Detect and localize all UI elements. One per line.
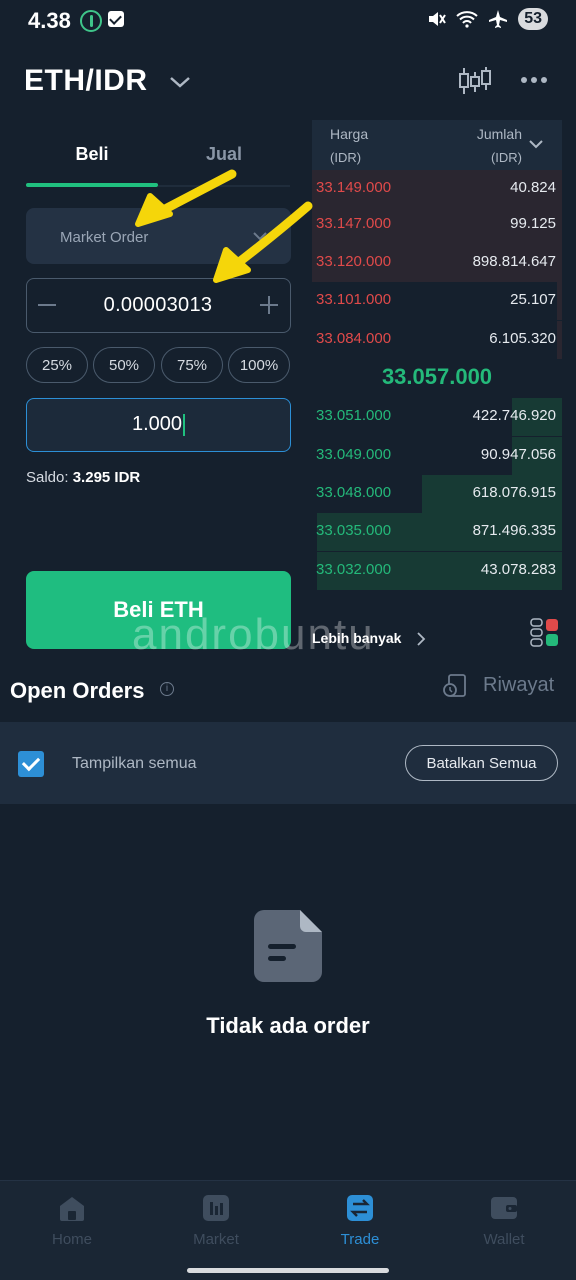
app-notification-icon xyxy=(80,10,102,32)
amount-input[interactable]: 0.00003013 xyxy=(70,294,246,317)
more-options-icon[interactable] xyxy=(520,70,548,90)
bid-row[interactable]: 33.051.000 422.746.920 xyxy=(312,398,562,436)
nav-trade[interactable]: Trade xyxy=(305,1194,415,1254)
bid-price: 33.048.000 xyxy=(316,484,392,501)
mute-icon xyxy=(429,12,447,26)
candlestick-chart-icon[interactable] xyxy=(458,66,492,96)
bid-row[interactable]: 33.049.000 90.947.056 xyxy=(312,437,562,475)
bid-price: 33.032.000 xyxy=(316,561,392,578)
order-book-view-icon[interactable] xyxy=(530,618,560,648)
amount-column-unit: (IDR) xyxy=(490,150,522,165)
ask-row[interactable]: 33.120.000 898.814.647 xyxy=(312,244,562,282)
bid-price: 33.049.000 xyxy=(316,446,392,463)
nav-trade-label: Trade xyxy=(340,1231,380,1248)
home-icon xyxy=(60,1197,84,1221)
tab-active-indicator xyxy=(26,183,158,187)
tab-buy[interactable]: Beli xyxy=(26,144,158,165)
chevron-down-icon[interactable] xyxy=(528,138,544,150)
bid-amount: 43.078.283 xyxy=(480,561,556,578)
tab-sell[interactable]: Jual xyxy=(158,144,290,165)
bid-row[interactable]: 33.048.000 618.076.915 xyxy=(312,475,562,513)
wifi-icon xyxy=(456,11,478,28)
nav-wallet[interactable]: Wallet xyxy=(449,1194,559,1254)
checkbox-notification-icon xyxy=(108,11,124,27)
ask-price: 33.147.000 xyxy=(316,215,392,232)
nav-home-label: Home xyxy=(51,1231,92,1248)
balance-value: 3.295 IDR xyxy=(72,469,141,486)
last-price: 33.057.000 xyxy=(381,364,493,389)
percent-chip-25[interactable]: 25% xyxy=(26,347,88,383)
ask-row[interactable]: 33.084.000 6.105.320 xyxy=(312,321,562,359)
market-icon xyxy=(203,1195,229,1221)
home-indicator[interactable] xyxy=(187,1268,389,1273)
price-column-unit: (IDR) xyxy=(330,150,362,165)
ask-amount: 99.125 xyxy=(510,215,556,232)
ask-amount: 25.107 xyxy=(510,291,556,308)
ask-row[interactable]: 33.147.000 99.125 xyxy=(312,206,562,244)
total-value-text: 1.000 xyxy=(131,413,183,435)
total-value: 1.000 xyxy=(26,413,291,436)
balance: Saldo: 3.295 IDR xyxy=(26,469,140,486)
ask-amount: 898.814.647 xyxy=(472,253,556,270)
chevron-down-icon xyxy=(253,232,267,241)
document-icon xyxy=(254,910,322,982)
percent-chip-100[interactable]: 100% xyxy=(228,347,290,383)
chevron-down-icon[interactable] xyxy=(168,70,192,94)
text-caret xyxy=(183,413,186,436)
more-orders-link[interactable]: Lebih banyak xyxy=(312,630,401,646)
ask-price: 33.101.000 xyxy=(316,291,392,308)
ask-row[interactable]: 33.149.000 40.824 xyxy=(312,170,562,208)
tab-track xyxy=(158,185,290,187)
nav-wallet-label: Wallet xyxy=(483,1231,525,1248)
airplane-icon xyxy=(489,10,508,28)
bid-price: 33.035.000 xyxy=(316,522,392,539)
show-all-label[interactable]: Tampilkan semua xyxy=(72,755,197,773)
ask-price: 33.084.000 xyxy=(316,330,392,347)
bid-amount: 871.496.335 xyxy=(472,522,556,539)
amount-column-header: Jumlah xyxy=(476,126,522,142)
show-all-checkbox[interactable] xyxy=(18,751,44,777)
trade-icon xyxy=(347,1195,373,1221)
depth-bar xyxy=(557,282,562,320)
percent-chip-50[interactable]: 50% xyxy=(93,347,155,383)
nav-market[interactable]: Market xyxy=(161,1194,271,1254)
price-column-header: Harga xyxy=(330,126,369,142)
status-icons: 53 xyxy=(426,8,548,30)
percent-chip-75[interactable]: 75% xyxy=(161,347,223,383)
bid-amount: 618.076.915 xyxy=(472,484,556,501)
battery-indicator: 53 xyxy=(518,8,548,30)
pair-title[interactable]: ETH/IDR xyxy=(24,64,148,98)
ask-row[interactable]: 33.101.000 25.107 xyxy=(312,282,562,320)
nav-home[interactable]: Home xyxy=(17,1194,127,1254)
cancel-all-button[interactable]: Batalkan Semua xyxy=(405,745,558,781)
ask-amount: 40.824 xyxy=(510,179,556,196)
nav-market-label: Market xyxy=(193,1231,239,1248)
ask-amount: 6.105.320 xyxy=(489,330,556,347)
bid-row[interactable]: 33.032.000 43.078.283 xyxy=(312,552,562,590)
ask-price: 33.149.000 xyxy=(316,179,392,196)
open-orders-title: Open Orders xyxy=(10,678,145,703)
history-icon[interactable] xyxy=(442,673,468,699)
increment-button[interactable] xyxy=(260,296,278,314)
bid-amount: 422.746.920 xyxy=(472,407,556,424)
balance-label: Saldo: xyxy=(26,469,69,486)
order-type-value: Market Order xyxy=(60,229,149,246)
bid-row[interactable]: 33.035.000 871.496.335 xyxy=(312,513,562,551)
wallet-icon xyxy=(491,1197,517,1219)
status-time: 4.38 xyxy=(28,8,71,33)
depth-bar xyxy=(557,321,562,359)
info-icon[interactable]: i xyxy=(160,682,174,696)
bid-price: 33.051.000 xyxy=(316,407,392,424)
decrement-button[interactable] xyxy=(38,304,56,306)
chevron-right-icon[interactable] xyxy=(416,632,426,646)
empty-state-text: Tidak ada order xyxy=(206,1013,370,1038)
history-link[interactable]: Riwayat xyxy=(483,674,554,697)
bid-amount: 90.947.056 xyxy=(480,446,556,463)
ask-price: 33.120.000 xyxy=(316,253,392,270)
